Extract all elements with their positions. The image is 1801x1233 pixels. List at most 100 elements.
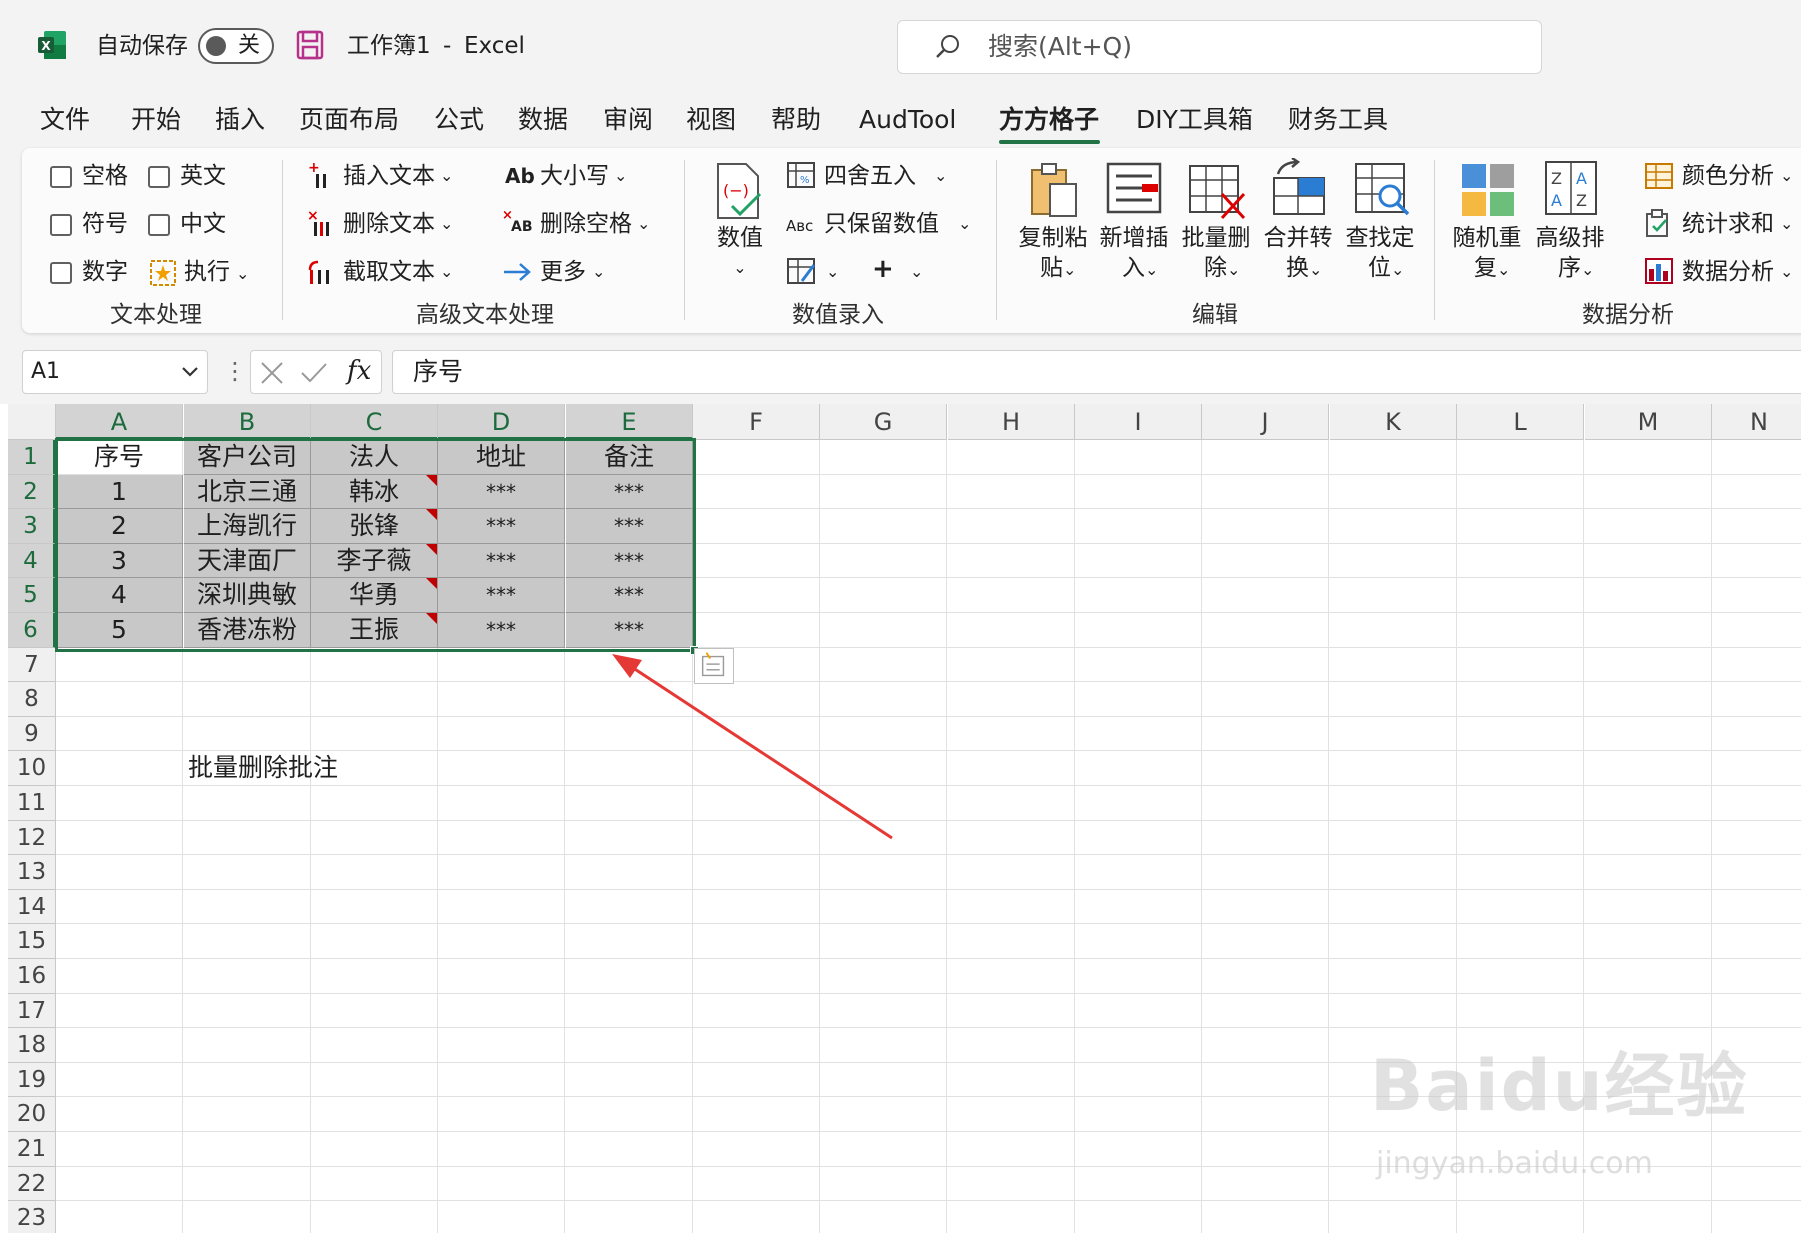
row-header-2[interactable]: 2 [8,474,56,510]
row-header-3[interactable]: 3 [8,509,56,544]
comment-marker-icon[interactable] [426,543,437,555]
color-analysis-button[interactable]: 颜色分析 [1682,161,1774,191]
row-header-13[interactable]: 13 [8,855,56,890]
table-cell[interactable]: 深圳典敏 [184,578,311,613]
add-icon[interactable]: + [872,254,894,284]
value-chevron-icon[interactable]: ⌄ [712,253,768,283]
column-header-k[interactable]: K [1330,404,1457,440]
extract-text-button[interactable]: 截取文本 [343,257,435,287]
column-header-l[interactable]: L [1457,404,1584,440]
table-cell[interactable]: *** [438,543,565,579]
batch-delete-button[interactable]: 批量删 [1176,223,1256,253]
copy-paste-icon[interactable] [1028,160,1082,220]
edit-table-icon[interactable] [786,257,818,285]
comment-marker-icon[interactable] [426,578,437,590]
table-cell[interactable]: *** [438,578,565,613]
execute-dropdown-chevron-icon[interactable]: ⌄ [236,259,249,289]
edit-table-chevron-icon[interactable]: ⌄ [826,257,839,287]
comment-marker-icon[interactable] [426,613,437,624]
table-cell[interactable]: 2 [56,509,183,544]
more-button[interactable]: 更多 [540,257,586,287]
column-header-e[interactable]: E [566,404,693,440]
comment-marker-icon[interactable] [426,509,437,521]
copy-paste-chevron-icon[interactable]: ⌄ [1063,255,1076,285]
header-cell-c[interactable]: 法人 [311,440,438,475]
execute-button[interactable]: 执行 [184,257,230,287]
find-locate-button[interactable]: 查找定 [1340,223,1420,253]
tab-audtool[interactable]: AudTool [859,103,956,137]
new-insert-icon[interactable] [1106,162,1162,216]
table-cell[interactable]: 华勇 [311,578,438,613]
row-header-23[interactable]: 23 [8,1201,56,1233]
search-box[interactable]: 搜索(Alt+Q) [897,20,1542,74]
column-header-h[interactable]: H [948,404,1075,440]
extract-text-chevron-icon[interactable]: ⌄ [440,257,453,287]
column-header-m[interactable]: M [1585,404,1712,440]
row-header-4[interactable]: 4 [8,543,56,579]
merge-convert-icon[interactable] [1268,158,1328,216]
value-icon[interactable]: (−) [712,160,766,222]
row-header-19[interactable]: 19 [8,1062,56,1098]
more-chevron-icon[interactable]: ⌄ [592,257,605,287]
table-cell[interactable]: 香港冻粉 [184,613,311,648]
merge-convert-chevron-icon[interactable]: ⌄ [1309,255,1322,285]
data-analysis-button[interactable]: 数据分析 [1682,257,1774,287]
color-analysis-chevron-icon[interactable]: ⌄ [1780,161,1793,191]
delete-space-button[interactable]: 删除空格 [540,209,632,239]
delete-space-chevron-icon[interactable]: ⌄ [637,209,650,239]
round-chevron-icon[interactable]: ⌄ [934,161,947,191]
autosave-toggle[interactable]: 关 [198,28,274,64]
name-box[interactable]: A1 [22,350,208,394]
new-insert-chevron-icon[interactable]: ⌄ [1145,255,1158,285]
new-insert-button[interactable]: 新增插 [1094,223,1174,253]
random-repeat-icon[interactable] [1460,162,1516,218]
checkbox-space[interactable] [50,166,72,188]
random-repeat-chevron-icon[interactable]: ⌄ [1497,255,1510,285]
random-repeat-button[interactable]: 随机重 [1447,223,1527,253]
column-header-i[interactable]: I [1075,404,1202,440]
tab-help[interactable]: 帮助 [771,103,821,137]
insert-text-button[interactable]: 插入文本 [343,161,435,191]
tab-fangfanggezi[interactable]: 方方格子 [999,103,1099,137]
batch-delete-chevron-icon[interactable]: ⌄ [1227,255,1240,285]
tab-page-layout[interactable]: 页面布局 [299,103,399,137]
find-locate-chevron-icon[interactable]: ⌄ [1391,255,1404,285]
row-header-12[interactable]: 12 [8,820,56,856]
stat-sum-button[interactable]: 统计求和 [1682,209,1774,239]
tab-finance-tools[interactable]: 财务工具 [1288,103,1388,137]
checkbox-english[interactable] [148,166,170,188]
row-header-15[interactable]: 15 [8,924,56,959]
row-header-10[interactable]: 10 [8,751,56,786]
row-header-21[interactable]: 21 [8,1132,56,1167]
table-cell[interactable]: 天津面厂 [184,543,311,579]
row-header-22[interactable]: 22 [8,1166,56,1202]
execute-icon[interactable] [148,258,178,288]
tab-formulas[interactable]: 公式 [434,103,484,137]
insert-function-fx-icon[interactable]: fx [347,354,371,388]
data-analysis-chevron-icon[interactable]: ⌄ [1780,257,1793,287]
comment-marker-icon[interactable] [426,474,437,486]
row-header-17[interactable]: 17 [8,993,56,1029]
value-button[interactable]: 数值 [712,223,768,253]
batch-delete-icon[interactable] [1188,164,1246,220]
find-locate-icon[interactable] [1352,160,1412,218]
table-cell[interactable]: *** [438,509,565,544]
tab-diy-toolbox[interactable]: DIY工具箱 [1136,103,1253,137]
table-cell[interactable]: 1 [56,474,183,510]
insert-text-chevron-icon[interactable]: ⌄ [440,161,453,191]
enter-check-icon[interactable] [299,361,329,385]
column-header-f[interactable]: F [693,404,820,440]
table-cell[interactable]: *** [438,474,565,510]
tab-data[interactable]: 数据 [518,103,568,137]
formula-input[interactable]: 序号 [392,350,1801,394]
table-cell[interactable]: 韩冰 [311,474,438,510]
formula-bar-more-icon[interactable]: ⋮ [223,356,247,386]
cancel-icon[interactable] [259,361,285,385]
column-header-d[interactable]: D [438,404,565,440]
table-cell[interactable]: *** [438,613,565,648]
delete-text-chevron-icon[interactable]: ⌄ [440,209,453,239]
row-header-14[interactable]: 14 [8,889,56,925]
advanced-sort-button[interactable]: 高级排 [1530,223,1610,253]
advanced-sort-chevron-icon[interactable]: ⌄ [1581,255,1594,285]
row-header-8[interactable]: 8 [8,682,56,717]
